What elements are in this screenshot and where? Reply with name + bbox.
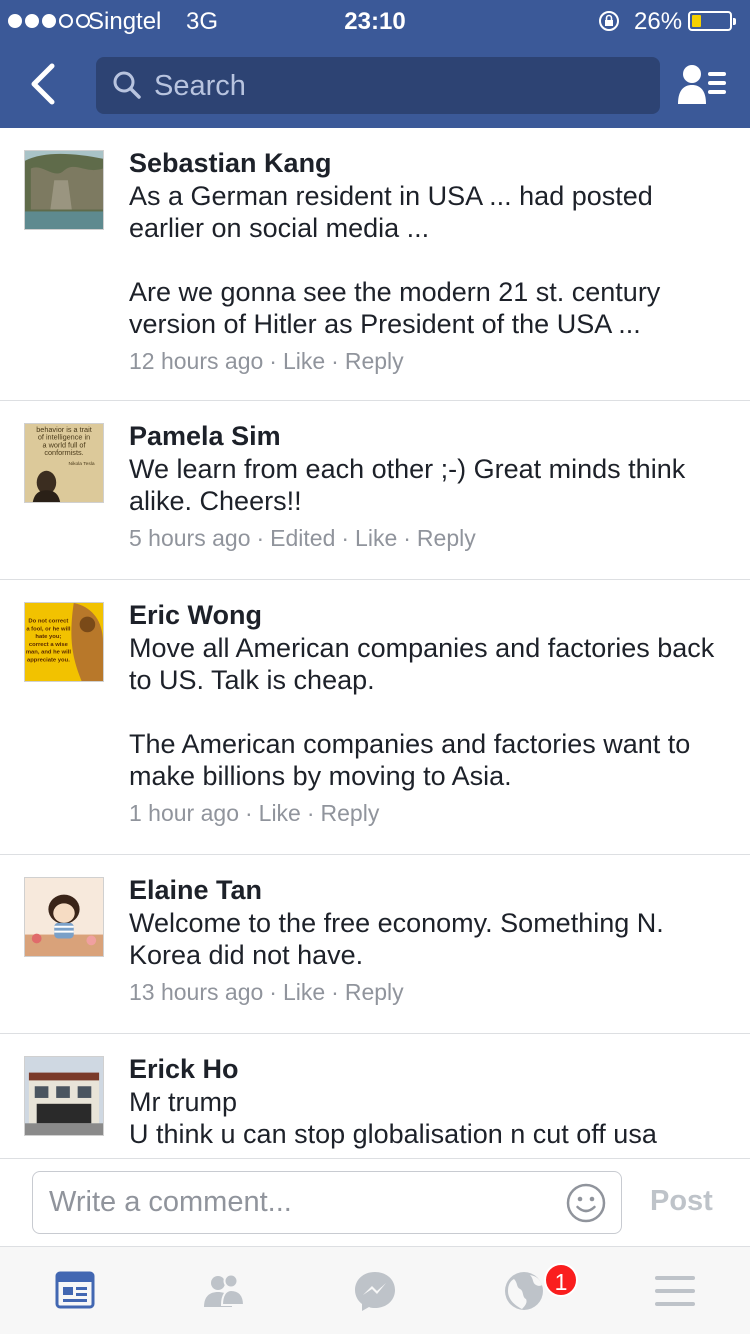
battery-icon <box>688 11 736 31</box>
comment-paragraph: We learn from each other ;-) Great minds… <box>129 454 686 516</box>
comment-text: Move all American companies and factorie… <box>129 632 719 792</box>
avatar-quote-line: a fool, or he will <box>26 626 71 632</box>
reply-link[interactable]: Reply <box>417 525 476 551</box>
friends-list-icon[interactable] <box>676 62 728 106</box>
comment-timestamp[interactable]: 13 hours ago <box>129 979 263 1005</box>
comment-item: Do not correct a fool, or he will hate y… <box>0 580 750 855</box>
avatar-quote-line: Do not correct <box>28 619 68 625</box>
comment-timestamp[interactable]: 5 hours ago <box>129 525 250 551</box>
reply-link[interactable]: Reply <box>321 800 380 826</box>
comment-paragraph: U think u can stop globalisation n cut o… <box>129 1119 657 1149</box>
like-link[interactable]: Like <box>355 525 397 551</box>
comment-paragraph: The American companies and factories wan… <box>129 729 691 791</box>
avatar-quote-line: conformists. <box>44 448 83 457</box>
comment-meta: 1 hour ago · Like · Reply <box>129 800 380 826</box>
messenger-icon[interactable] <box>351 1269 399 1313</box>
avatar[interactable] <box>24 150 104 230</box>
news-feed-icon[interactable] <box>51 1269 99 1313</box>
comment-timestamp[interactable]: 12 hours ago <box>129 348 263 374</box>
rotation-lock-icon <box>599 11 619 31</box>
emoji-icon[interactable] <box>565 1182 607 1224</box>
commenter-name[interactable]: Erick Ho <box>129 1052 719 1086</box>
notification-badge: 1 <box>544 1263 578 1297</box>
commenter-name[interactable]: Elaine Tan <box>129 873 719 907</box>
search-icon <box>113 71 141 99</box>
comment-timestamp[interactable]: 1 hour ago <box>129 800 239 826</box>
edited-label[interactable]: Edited <box>270 525 335 551</box>
comment-item: Elaine Tan Welcome to the free economy. … <box>0 855 750 1034</box>
reply-link[interactable]: Reply <box>345 348 404 374</box>
comment-input[interactable]: Write a comment... <box>32 1171 622 1234</box>
search-bar[interactable]: Search <box>96 57 660 114</box>
commenter-name[interactable]: Sebastian Kang <box>129 146 719 180</box>
avatar[interactable] <box>24 1056 104 1136</box>
bottom-tab-bar <box>0 1246 750 1334</box>
battery-percentage: 26% <box>634 8 683 35</box>
top-navigation-bar: Singtel 3G 23:10 26% Search <box>0 0 750 128</box>
post-button[interactable]: Post <box>650 1185 713 1218</box>
comments-list: Sebastian Kang As a German resident in U… <box>0 128 750 1158</box>
commenter-name[interactable]: Eric Wong <box>129 598 719 632</box>
commenter-name[interactable]: Pamela Sim <box>129 419 719 453</box>
back-arrow-icon[interactable] <box>22 58 66 110</box>
avatar[interactable] <box>24 877 104 957</box>
comment-text: Welcome to the free economy. Something N… <box>129 907 719 971</box>
comment-composer: Write a comment... Post <box>0 1158 750 1246</box>
avatar-quote-line: hate you; <box>35 634 61 640</box>
comment-paragraph: As a German resident in USA ... had post… <box>129 181 653 243</box>
comment-item: behavior is a trait of intelligence in a… <box>0 401 750 580</box>
notifications-globe-icon[interactable] <box>500 1269 548 1313</box>
comment-item: Sebastian Kang As a German resident in U… <box>0 128 750 401</box>
comment-item: Erick Ho Mr trump U think u can stop glo… <box>0 1034 750 1158</box>
comment-paragraph: Mr trump <box>129 1087 237 1117</box>
avatar-quote-line: appreciate you. <box>27 658 70 664</box>
more-menu-icon[interactable] <box>651 1269 699 1313</box>
avatar-quote-line: correct a wise <box>29 642 69 648</box>
like-link[interactable]: Like <box>259 800 301 826</box>
status-bar: Singtel 3G 23:10 26% <box>0 0 750 42</box>
avatar[interactable]: Do not correct a fool, or he will hate y… <box>24 602 104 682</box>
comment-input-placeholder: Write a comment... <box>49 1186 292 1218</box>
like-link[interactable]: Like <box>283 348 325 374</box>
comment-paragraph: Move all American companies and factorie… <box>129 633 715 695</box>
friend-requests-icon[interactable] <box>200 1269 248 1313</box>
avatar-quote-author: Nikola Tesla <box>68 461 94 467</box>
avatar-quote-line: man, and he will <box>26 650 72 656</box>
comment-paragraph: Are we gonna see the modern 21 st. centu… <box>129 277 661 339</box>
search-placeholder: Search <box>154 70 246 102</box>
comment-text: We learn from each other ;-) Great minds… <box>129 453 719 517</box>
comment-text: Mr trump U think u can stop globalisatio… <box>129 1086 719 1150</box>
comment-text: As a German resident in USA ... had post… <box>129 180 719 340</box>
battery-level-fill <box>692 15 701 27</box>
like-link[interactable]: Like <box>283 979 325 1005</box>
comment-meta: 12 hours ago · Like · Reply <box>129 348 404 374</box>
reply-link[interactable]: Reply <box>345 979 404 1005</box>
avatar[interactable]: behavior is a trait of intelligence in a… <box>24 423 104 503</box>
comment-meta: 5 hours ago · Edited · Like · Reply <box>129 525 476 551</box>
comment-paragraph: Welcome to the free economy. Something N… <box>129 908 664 970</box>
comment-meta: 13 hours ago · Like · Reply <box>129 979 404 1005</box>
